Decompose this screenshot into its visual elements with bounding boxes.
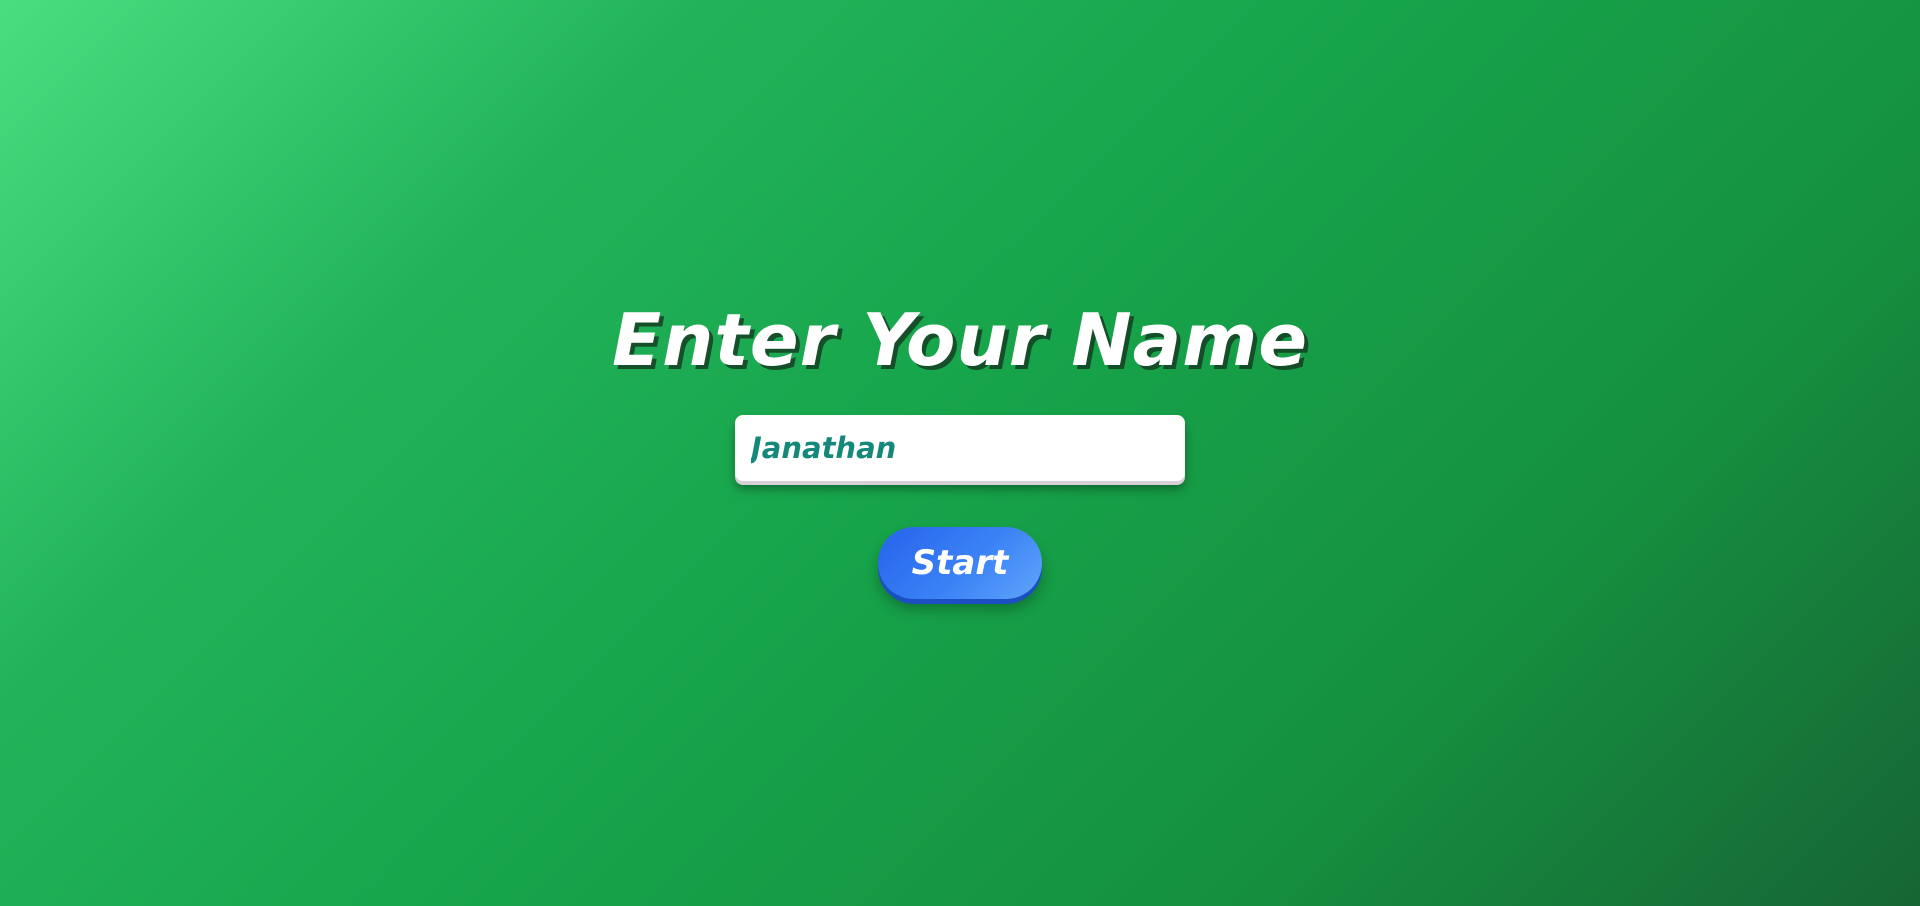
name-entry-screen: Enter Your Name Start <box>0 0 1920 906</box>
start-button[interactable]: Start <box>878 527 1042 599</box>
name-input[interactable] <box>735 415 1185 481</box>
page-title: Enter Your Name <box>611 298 1309 382</box>
